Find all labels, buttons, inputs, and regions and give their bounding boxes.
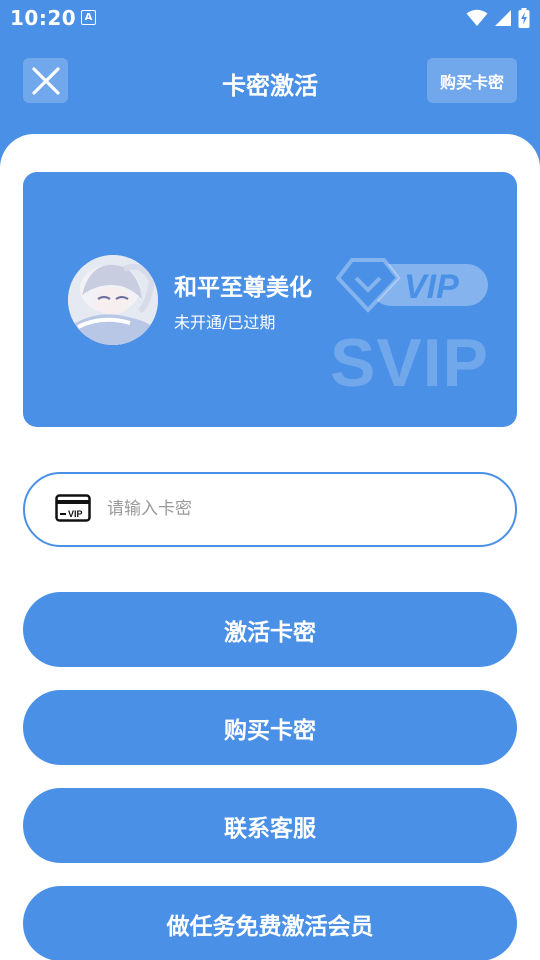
vip-diamond-icon: VIP	[335, 258, 488, 313]
app-notification-icon: A	[81, 10, 96, 25]
avatar-image	[68, 255, 158, 345]
task-free-activation-button[interactable]: 做任务免费激活会员	[23, 886, 517, 960]
contact-support-button[interactable]: 联系客服	[23, 788, 517, 863]
main-sheet: 和平至尊美化 未开通/已过期 VIP SVIP VIP 激活卡密 购买卡密 联系…	[0, 134, 540, 960]
user-name: 和平至尊美化	[174, 275, 312, 301]
vip-card-icon-text: VIP	[68, 509, 83, 519]
status-bar: 10:20 A	[0, 0, 540, 38]
vip-card: 和平至尊美化 未开通/已过期 VIP SVIP	[23, 172, 517, 427]
signal-icon	[495, 10, 511, 26]
vip-card-icon: VIP	[55, 494, 91, 526]
status-time: 10:20	[10, 6, 77, 30]
vip-badge-text: VIP	[404, 268, 459, 306]
svip-watermark: SVIP	[330, 325, 489, 401]
buy-card-button[interactable]: 购买卡密	[23, 690, 517, 765]
app-notification-letter: A	[84, 11, 93, 23]
avatar	[68, 255, 158, 345]
battery-icon	[518, 8, 530, 28]
vip-badge: VIP	[335, 256, 491, 320]
card-key-field[interactable]: VIP	[23, 472, 517, 547]
header: 卡密激活 购买卡密	[0, 56, 540, 106]
status-icons	[466, 8, 530, 28]
membership-status: 未开通/已过期	[174, 313, 276, 332]
activate-card-button[interactable]: 激活卡密	[23, 592, 517, 667]
wifi-icon	[466, 9, 488, 26]
buy-card-top-button[interactable]: 购买卡密	[427, 58, 517, 103]
card-key-input[interactable]	[107, 488, 487, 530]
